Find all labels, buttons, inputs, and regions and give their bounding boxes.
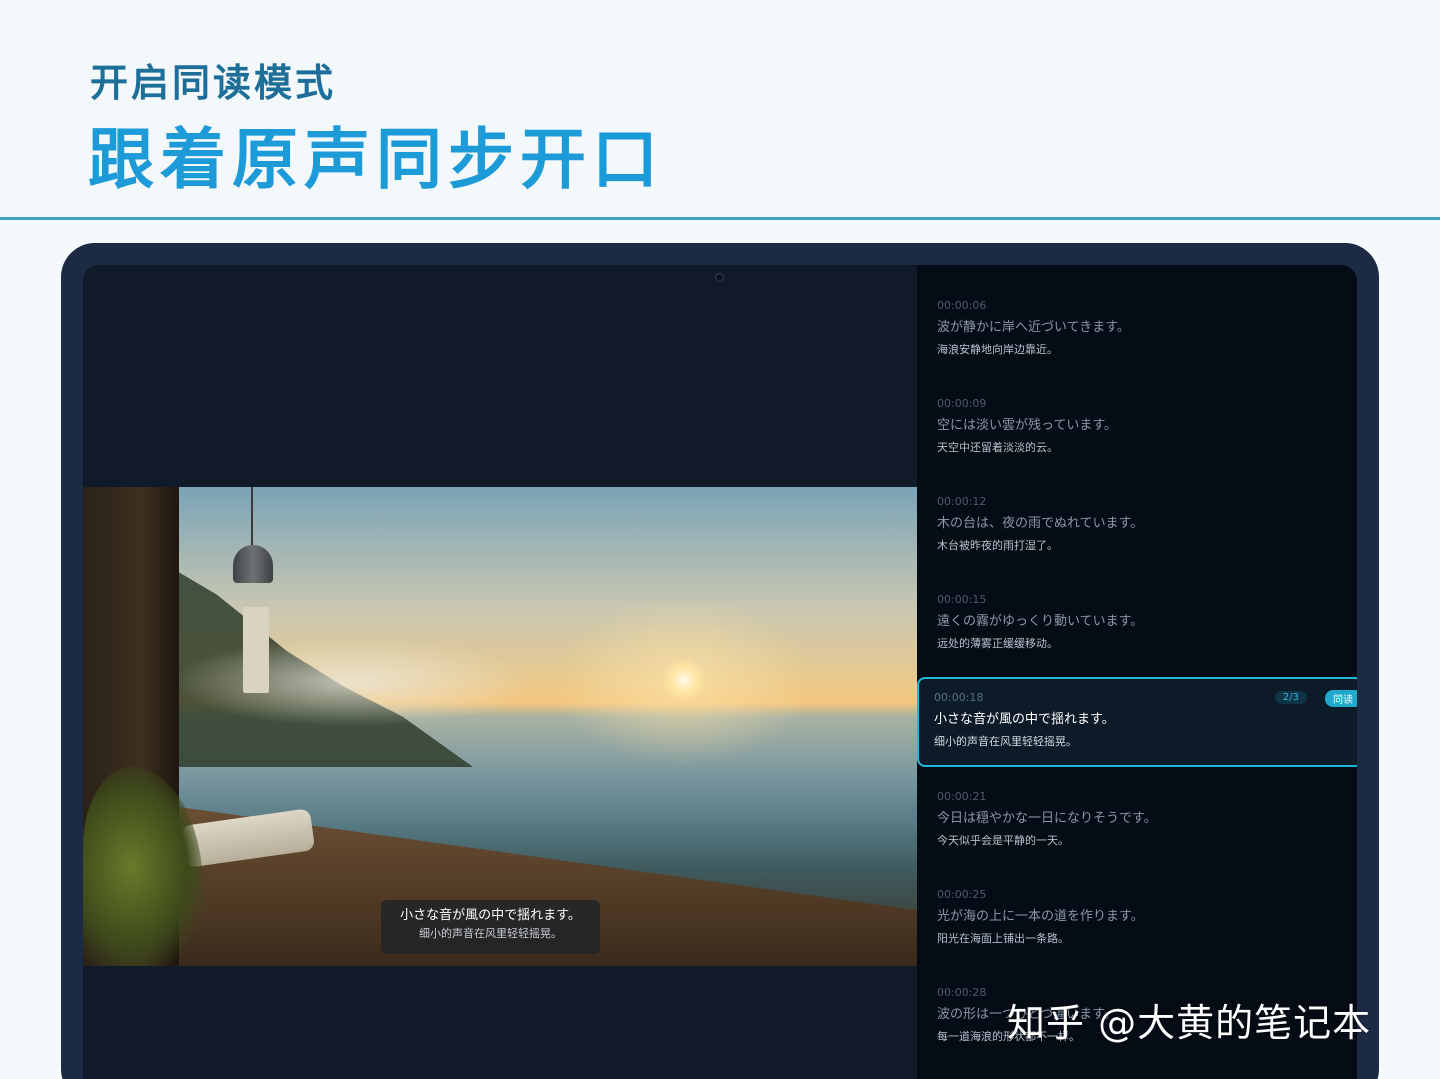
watermark: 知乎 @大黄的笔记本: [1007, 1001, 1372, 1045]
foliage-image: [83, 767, 203, 966]
transcript-item[interactable]: 00:00:15 遠くの霧がゆっくり動いています。 远处的薄雾正缓缓移动。: [937, 593, 1337, 652]
line-japanese: 空には淡い雲が残っています。: [937, 418, 1118, 433]
page-subtitle: 开启同读模式: [90, 61, 337, 105]
repeat-count-badge: 2/3: [1274, 691, 1307, 704]
line-chinese: 阳光在海面上铺出一条路。: [937, 932, 1069, 945]
mist-image: [173, 637, 533, 727]
front-camera: [715, 273, 724, 282]
subtitle-chinese: 细小的声音在风里轻轻摇晃。: [419, 927, 562, 940]
timestamp: 00:00:09: [937, 397, 987, 410]
transcript-item-active[interactable]: 00:00:18 小さな音が風の中で揺れます。 细小的声音在风里轻轻摇晃。 2/…: [917, 677, 1357, 767]
line-japanese: 小さな音が風の中で揺れます。: [934, 712, 1115, 727]
timestamp: 00:00:06: [937, 299, 987, 312]
shadowing-mode-badge[interactable]: 同读: [1325, 690, 1357, 707]
tablet-screen: 小さな音が風の中で揺れます。 细小的声音在风里轻轻摇晃。 00:00:06 波が…: [83, 265, 1357, 1079]
wind-chime-bell-icon: [233, 545, 273, 583]
transcript-item[interactable]: 00:00:09 空には淡い雲が残っています。 天空中还留着淡淡的云。: [937, 397, 1337, 456]
transcript-item[interactable]: 00:00:06 波が静かに岸へ近づいてきます。 海浪安静地向岸边靠近。: [937, 299, 1337, 358]
video-frame[interactable]: 小さな音が風の中で揺れます。 细小的声音在风里轻轻摇晃。: [83, 487, 917, 966]
timestamp: 00:00:21: [937, 790, 987, 803]
subtitle-japanese: 小さな音が風の中で揺れます。: [400, 908, 581, 923]
line-chinese: 细小的声音在风里轻轻摇晃。: [934, 735, 1077, 748]
line-japanese: 光が海の上に一本の道を作ります。: [937, 909, 1144, 924]
timestamp: 00:00:15: [937, 593, 987, 606]
line-chinese: 木台被昨夜的雨打湿了。: [937, 539, 1058, 552]
wind-chime-tag: [243, 607, 269, 693]
line-chinese: 海浪安静地向岸边靠近。: [937, 343, 1058, 356]
timestamp: 00:00:12: [937, 495, 987, 508]
page-title: 跟着原声同步开口: [88, 121, 664, 198]
line-chinese: 远处的薄雾正缓缓移动。: [937, 637, 1058, 650]
line-japanese: 今日は穏やかな一日になりそうです。: [937, 811, 1157, 826]
transcript-item[interactable]: 00:00:21 今日は穏やかな一日になりそうです。 今天似乎会是平静的一天。: [937, 790, 1337, 849]
video-player[interactable]: 小さな音が風の中で揺れます。 细小的声音在风里轻轻摇晃。: [83, 265, 917, 1079]
sun-image: [663, 659, 705, 701]
wind-chime-string: [251, 487, 253, 547]
transcript-item[interactable]: 00:00:12 木の台は、夜の雨でぬれています。 木台被昨夜的雨打湿了。: [937, 495, 1337, 554]
timestamp: 00:00:25: [937, 888, 987, 901]
page-header: 开启同读模式 跟着原声同步开口: [0, 0, 1440, 218]
subtitle-overlay: 小さな音が風の中で揺れます。 细小的声音在风里轻轻摇晃。: [381, 900, 600, 954]
line-chinese: 天空中还留着淡淡的云。: [937, 441, 1058, 454]
header-divider: [0, 217, 1440, 220]
line-chinese: 今天似乎会是平静的一天。: [937, 834, 1069, 847]
line-japanese: 木の台は、夜の雨でぬれています。: [937, 516, 1144, 531]
line-japanese: 遠くの霧がゆっくり動いています。: [937, 614, 1144, 629]
transcript-panel[interactable]: 00:00:06 波が静かに岸へ近づいてきます。 海浪安静地向岸边靠近。 00:…: [917, 265, 1357, 1079]
transcript-item[interactable]: 00:00:25 光が海の上に一本の道を作ります。 阳光在海面上铺出一条路。: [937, 888, 1337, 947]
line-japanese: 波が静かに岸へ近づいてきます。: [937, 320, 1130, 335]
tablet-device: 小さな音が風の中で揺れます。 细小的声音在风里轻轻摇晃。 00:00:06 波が…: [61, 243, 1379, 1079]
